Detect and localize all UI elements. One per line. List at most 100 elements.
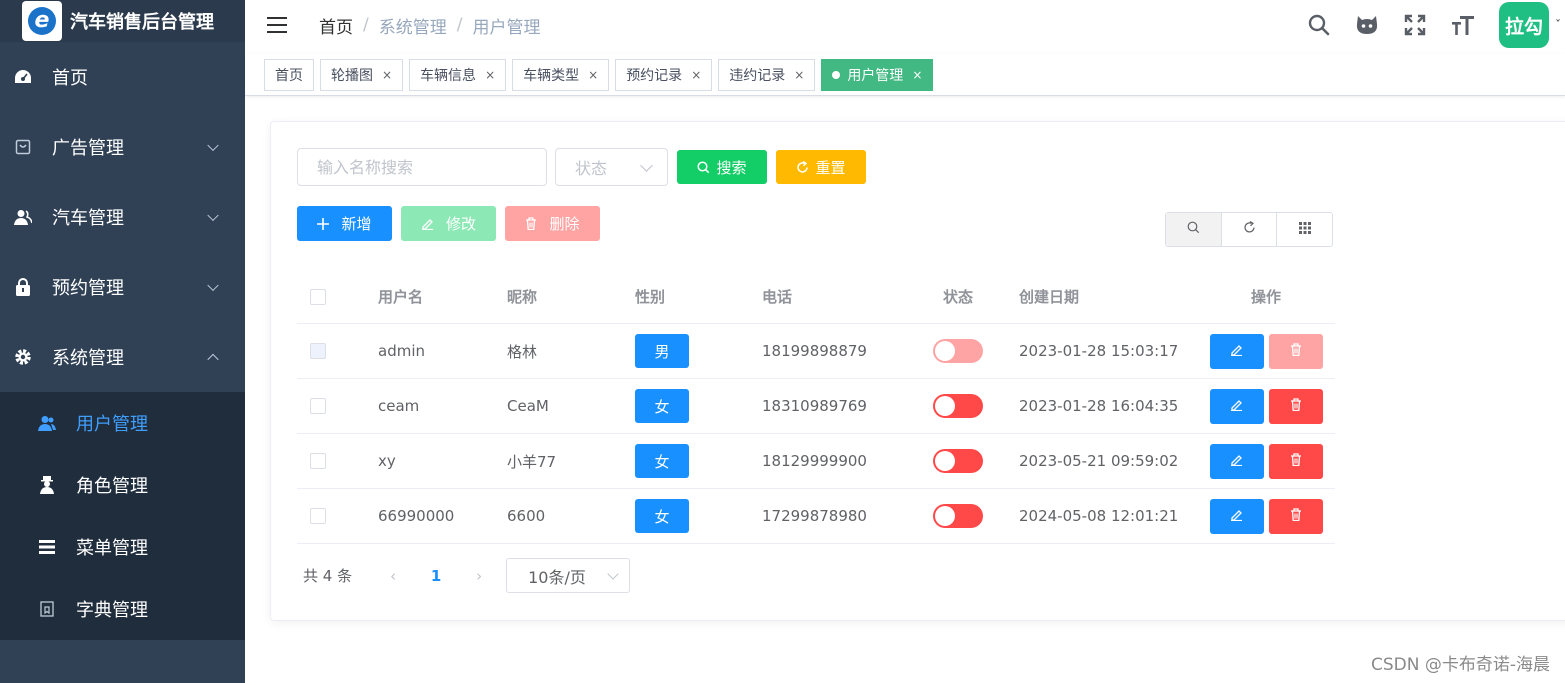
- close-icon[interactable]: ×: [794, 68, 804, 82]
- sidebar-item-user-management[interactable]: 用户管理: [0, 392, 245, 454]
- reset-button[interactable]: 重置: [776, 150, 866, 184]
- close-icon[interactable]: ×: [588, 68, 598, 82]
- sidebar-item-cars[interactable]: 汽车管理: [0, 182, 245, 252]
- sex-badge: 男: [635, 334, 689, 368]
- next-page-button[interactable]: ›: [464, 567, 494, 585]
- sidebar-item-menu-management[interactable]: 菜单管理: [0, 516, 245, 578]
- column-header-username: 用户名: [378, 288, 424, 306]
- fullscreen-icon[interactable]: [1403, 13, 1427, 37]
- caret-down-icon[interactable]: ˇ: [1555, 18, 1563, 32]
- top-navbar: 首页 / 系统管理 / 用户管理 拉勾 ˇ: [245, 0, 1565, 50]
- breadcrumb-current: 用户管理: [472, 17, 541, 38]
- tag-user-management[interactable]: 用户管理 ×: [821, 58, 934, 91]
- cell-username: admin: [378, 342, 425, 360]
- row-edit-button[interactable]: [1209, 388, 1264, 424]
- row-checkbox[interactable]: [310, 343, 326, 359]
- close-icon[interactable]: ×: [485, 68, 495, 82]
- delete-button[interactable]: 删除: [505, 206, 600, 241]
- chevron-down-icon: [607, 568, 619, 580]
- tag-vehicle-type[interactable]: 车辆类型 ×: [512, 58, 610, 91]
- row-delete-button[interactable]: [1268, 443, 1323, 479]
- cell-phone: 18129999900: [762, 452, 867, 470]
- tag-label: 违约记录: [729, 67, 786, 84]
- add-button[interactable]: 新增: [297, 206, 392, 241]
- status-toggle[interactable]: [933, 394, 983, 418]
- column-header-created: 创建日期: [1019, 288, 1080, 306]
- search-button[interactable]: 搜索: [677, 150, 767, 184]
- tag-booking-records[interactable]: 预约记录 ×: [615, 58, 713, 91]
- status-select[interactable]: 状态: [555, 148, 668, 186]
- row-edit-button[interactable]: [1209, 498, 1264, 534]
- row-delete-button[interactable]: [1268, 333, 1323, 369]
- row-checkbox[interactable]: [310, 453, 326, 469]
- close-icon[interactable]: ×: [382, 68, 392, 82]
- sidebar-item-label: 字典管理: [76, 600, 148, 621]
- font-size-icon[interactable]: [1451, 13, 1475, 37]
- chevron-up-icon: [207, 353, 219, 366]
- chevron-down-icon: [207, 279, 219, 292]
- tag-vehicle-info[interactable]: 车辆信息 ×: [409, 58, 507, 91]
- status-toggle[interactable]: [933, 449, 983, 473]
- sidebar-item-label: 广告管理: [52, 138, 124, 159]
- search-icon[interactable]: [1307, 13, 1331, 37]
- page-size-select[interactable]: 10条/页: [506, 558, 631, 593]
- sidebar-item-home[interactable]: 首页: [0, 42, 245, 112]
- app-logo[interactable]: e 汽车销售后台管理: [0, 0, 245, 42]
- trash-icon: [1290, 452, 1302, 470]
- columns-button[interactable]: [1277, 213, 1332, 246]
- toggle-search-button[interactable]: [1166, 213, 1222, 246]
- trash-icon: [1290, 342, 1302, 360]
- sex-badge: 女: [635, 499, 689, 533]
- tag-carousel[interactable]: 轮播图 ×: [320, 58, 404, 91]
- status-select-placeholder: 状态: [575, 159, 608, 178]
- cell-nickname: 小羊77: [507, 452, 557, 471]
- search-input[interactable]: [297, 148, 547, 186]
- row-checkbox[interactable]: [310, 508, 326, 524]
- sidebar-item-booking[interactable]: 预约管理: [0, 252, 245, 322]
- row-edit-button[interactable]: [1209, 443, 1264, 479]
- sidebar-item-dict-management[interactable]: 字典管理: [0, 578, 245, 640]
- close-icon[interactable]: ×: [912, 68, 922, 82]
- tag-label: 首页: [275, 67, 303, 84]
- search-icon: [1187, 221, 1200, 238]
- search-bar: 状态 搜索 重置: [297, 148, 866, 186]
- row-delete-button[interactable]: [1268, 498, 1323, 534]
- prev-page-button[interactable]: ‹: [378, 567, 408, 585]
- refresh-button[interactable]: [1222, 213, 1278, 246]
- github-icon[interactable]: [1355, 13, 1379, 37]
- select-all-checkbox[interactable]: [310, 288, 326, 305]
- edit-icon: [1230, 452, 1243, 470]
- hamburger-icon[interactable]: [267, 17, 287, 33]
- avatar[interactable]: 拉勾: [1499, 2, 1549, 48]
- toggle-knob: [935, 451, 955, 471]
- sidebar-item-role-management[interactable]: 角色管理: [0, 454, 245, 516]
- row-edit-button[interactable]: [1209, 333, 1264, 369]
- close-icon[interactable]: ×: [691, 68, 701, 82]
- row-delete-button[interactable]: [1268, 388, 1323, 424]
- edit-icon: [421, 217, 434, 230]
- status-toggle[interactable]: [933, 504, 983, 528]
- sex-badge: 女: [635, 444, 689, 478]
- sidebar-item-ads[interactable]: 广告管理: [0, 112, 245, 182]
- tags-view: 首页 轮播图 × 车辆信息 × 车辆类型 × 预约记录 × 违约记录 × 用户管理 ×: [245, 54, 1565, 96]
- active-dot-icon: [832, 70, 841, 79]
- cell-phone: 18199898879: [762, 342, 867, 360]
- cell-created: 2023-05-21 09:59:02: [1019, 452, 1179, 470]
- status-toggle[interactable]: [933, 339, 983, 363]
- tag-home[interactable]: 首页: [264, 58, 314, 91]
- column-header-nickname: 昵称: [507, 288, 538, 306]
- tag-violation-records[interactable]: 违约记录 ×: [718, 58, 816, 91]
- edit-button[interactable]: 修改: [401, 206, 496, 241]
- toggle-knob: [935, 341, 955, 361]
- breadcrumb-home[interactable]: 首页: [319, 13, 353, 38]
- tag-label: 车辆类型: [523, 67, 580, 84]
- page-number-current[interactable]: 1: [416, 567, 456, 585]
- sidebar-item-system[interactable]: 系统管理: [0, 322, 245, 392]
- table-row: 66990000 6600 女 17299878980 2024-05-08 1…: [297, 489, 1335, 544]
- grid-icon: [1298, 221, 1311, 238]
- row-checkbox[interactable]: [310, 398, 326, 414]
- breadcrumb-separator: /: [363, 15, 369, 35]
- table-row: xy 小羊77 女 18129999900 2023-05-21 09:59:0…: [297, 434, 1335, 489]
- cell-username: 66990000: [378, 507, 455, 525]
- breadcrumb-system: 系统管理: [378, 17, 447, 38]
